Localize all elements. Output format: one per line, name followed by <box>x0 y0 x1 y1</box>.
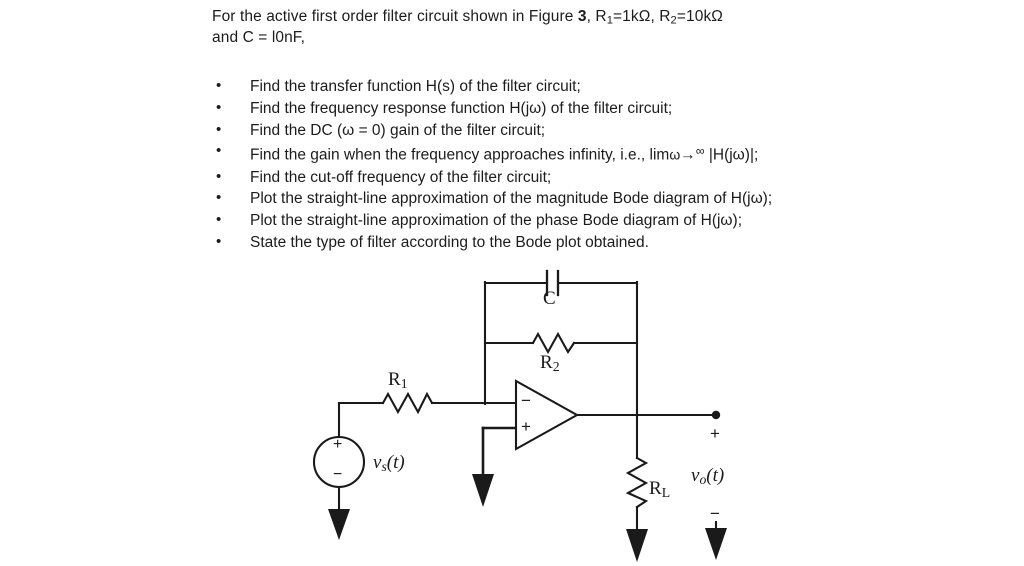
ground-arrow-load <box>626 529 648 562</box>
prompt-line1-part-a: For the active first order filter circui… <box>212 8 578 25</box>
label-r2-subscript: 2 <box>552 359 560 374</box>
label-vs-arg: (t) <box>386 452 405 473</box>
ground-arrow-source <box>328 509 350 540</box>
label-vo-arg: (t) <box>706 465 725 486</box>
task-infinity-prefix: Find the gain when the frequency approac… <box>250 146 670 164</box>
question-prompt: For the active first order filter circui… <box>212 6 912 48</box>
label-output-minus: − <box>710 504 720 523</box>
ground-arrow-noninverting <box>472 474 494 507</box>
task-item-filter-type: State the type of filter according to th… <box>212 231 972 254</box>
figure-number: 3 <box>577 8 587 25</box>
task-item-frequency-response: Find the frequency response function H(j… <box>212 97 972 120</box>
label-r1: R1 <box>388 369 408 391</box>
label-c: C <box>543 288 556 309</box>
prompt-line2: and C = l0nF, <box>212 29 306 46</box>
label-source-minus: − <box>333 466 343 483</box>
label-source-plus: + <box>333 436 343 453</box>
label-r1-subscript: 1 <box>400 376 408 391</box>
label-rl-text: R <box>649 478 662 499</box>
task-infinity-arrow: → <box>680 146 696 164</box>
task-list: Find the transfer function H(s) of the f… <box>212 75 972 254</box>
label-vs: vs(t) <box>373 452 405 474</box>
output-terminal-dot <box>711 410 721 420</box>
task-item-transfer-function: Find the transfer function H(s) of the f… <box>212 75 972 98</box>
prompt-line1-part-b: , R <box>586 8 607 25</box>
task-item-cutoff-frequency: Find the cut-off frequency of the filter… <box>212 166 972 189</box>
task-infinity-symbol: ∞ <box>695 144 705 159</box>
label-rl: RL <box>649 478 670 500</box>
label-rl-subscript: L <box>661 485 671 500</box>
r2-value: =10kΩ <box>676 8 723 25</box>
label-vo: vo(t) <box>691 465 724 487</box>
task-infinity-omega: ω <box>669 146 681 163</box>
label-r2-text: R <box>540 352 553 373</box>
label-output-plus: + <box>710 424 720 443</box>
task-item-phase-bode: Plot the straight-line approximation of … <box>212 209 972 232</box>
task-item-infinity-gain: Find the gain when the frequency approac… <box>212 140 972 166</box>
label-r1-text: R <box>388 369 401 390</box>
page-root: For the active first order filter circui… <box>0 0 1024 566</box>
r1-value: =1kΩ, R <box>613 8 671 25</box>
label-opamp-inverting: − <box>521 391 531 410</box>
task-item-dc-gain: Find the DC (ω = 0) gain of the filter c… <box>212 119 972 142</box>
resistor-r1 <box>381 391 434 415</box>
label-r2: R2 <box>540 352 560 374</box>
resistor-rl <box>625 456 649 509</box>
label-opamp-noninverting: + <box>521 417 531 436</box>
task-item-magnitude-bode: Plot the straight-line approximation of … <box>212 187 972 210</box>
resistor-r2 <box>531 331 576 355</box>
ground-arrow-output <box>705 528 727 560</box>
task-infinity-suffix: |H(jω)|; <box>704 146 759 164</box>
